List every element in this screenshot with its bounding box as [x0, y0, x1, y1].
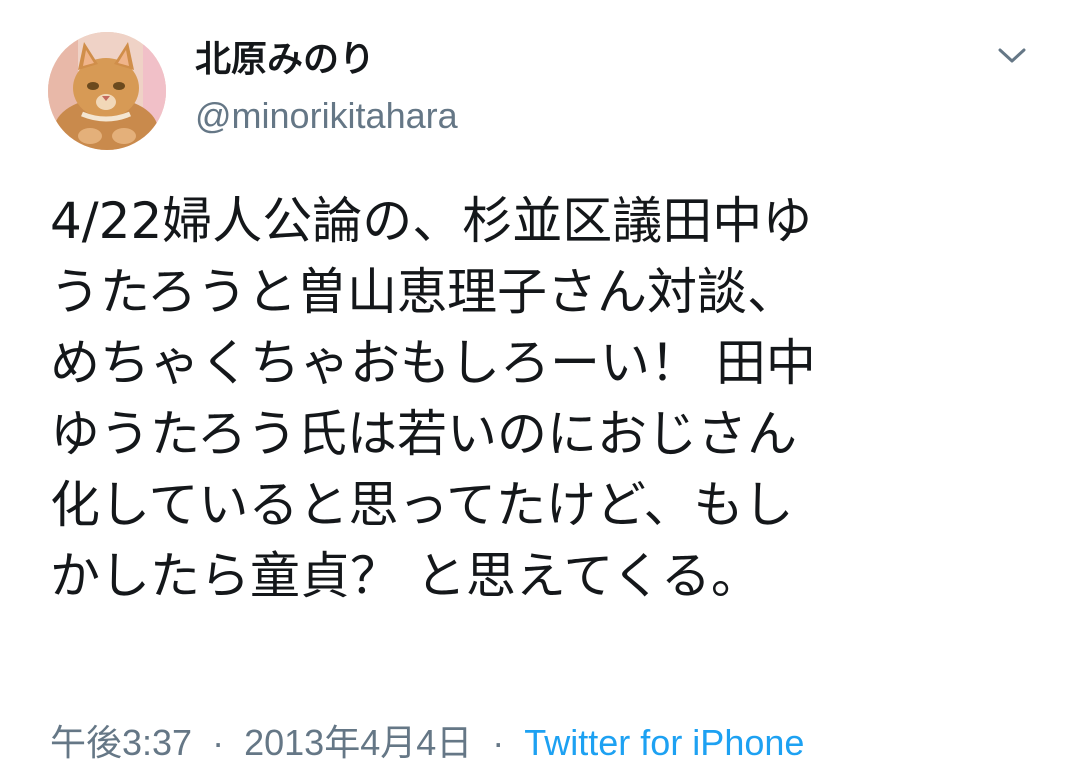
meta-separator: · [212, 722, 225, 763]
tweet-text-line: めちゃくちゃおもしろーい！ 田中 [50, 334, 816, 392]
tweet-text: 4/22婦人公論の、杉並区議田中ゆ うたろうと曽山恵理子さん対談、 めちゃくちゃ… [50, 186, 1040, 612]
meta-separator: · [492, 722, 505, 763]
chevron-down-icon [998, 48, 1026, 63]
author-handle[interactable]: @minorikitahara [195, 94, 458, 138]
tweet-time[interactable]: 午後3:37 [50, 722, 192, 763]
cat-avatar-icon [48, 32, 166, 150]
avatar[interactable] [48, 32, 166, 150]
tweet-meta: 午後3:37 · 2013年4月4日 · Twitter for iPhone [50, 718, 804, 768]
tweet-date[interactable]: 2013年4月4日 [244, 722, 472, 763]
tweet-text-line: 4/22婦人公論の、杉並区議田中ゆ [50, 192, 813, 250]
tweet-text-line: 化していると思ってたけど、もし [50, 476, 794, 534]
tweet-text-line: うたろうと曽山恵理子さん対談、 [50, 263, 797, 321]
author-display-name[interactable]: 北原みのり [195, 38, 375, 82]
tweet-card: 北原みのり @minorikitahara 4/22婦人公論の、杉並区議田中ゆ … [0, 0, 1078, 784]
tweet-menu-button[interactable] [988, 36, 1036, 76]
tweet-source-link[interactable]: Twitter for iPhone [524, 722, 804, 763]
tweet-text-line: ゆうたろう氏は若いのにおじさん [50, 405, 797, 463]
tweet-header: 北原みのり @minorikitahara [48, 32, 1038, 152]
tweet-text-line: かしたら童貞？ と思えてくる。 [50, 547, 761, 605]
